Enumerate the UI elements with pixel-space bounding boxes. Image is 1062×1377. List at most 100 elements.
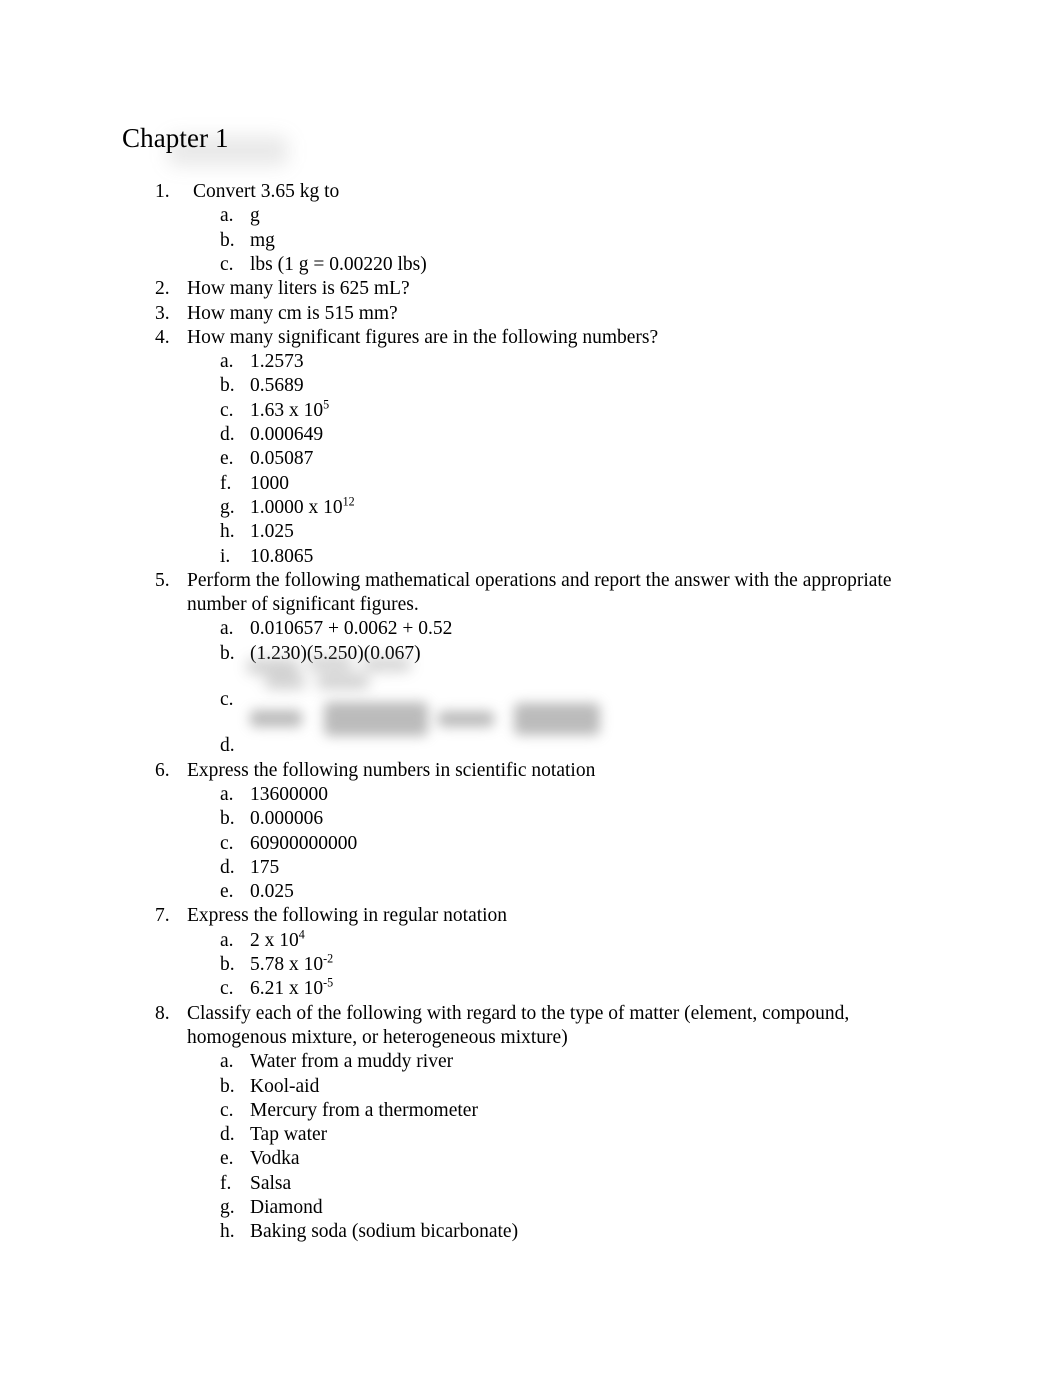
sub-item-marker: g. [220, 496, 235, 518]
sub-item-base: 1.0000 x 10 [250, 496, 343, 518]
sub-item-base: 10.8065 [250, 545, 314, 567]
sub-item: e. 0.05087 [220, 447, 900, 471]
sub-item-base: Water from a muddy river [250, 1051, 454, 1073]
sub-item-text: 1000 [250, 472, 900, 496]
blur-blob [250, 710, 302, 727]
sub-item-base: 0.025 [250, 881, 294, 903]
sub-item-marker: h. [220, 1221, 235, 1243]
question-number: 6. [155, 759, 170, 781]
sub-item-text: 175 [250, 856, 900, 880]
sub-item: b. Kool-aid [220, 1075, 900, 1099]
sub-item-base: Kool-aid [250, 1075, 320, 1097]
question-number: 8. [155, 1002, 170, 1024]
question-text: Express the following numbers in scienti… [187, 759, 596, 781]
sub-item-text: 2 x 104 [250, 927, 900, 953]
sub-item: d. 0.000649 [220, 423, 900, 447]
sub-item-text: 0.5689 [250, 374, 900, 398]
question-number: 7. [155, 905, 170, 927]
sub-item: h. Baking soda (sodium bicarbonate) [220, 1220, 900, 1244]
sub-item: h. 1.025 [220, 520, 900, 544]
sub-item-base: 0.5689 [250, 375, 304, 397]
page-title: Chapter 1 [122, 123, 229, 153]
sub-item-marker: b. [220, 808, 235, 830]
question-item: 2. How many liters is 625 mL? [155, 277, 900, 301]
sub-item-marker: f. [220, 472, 232, 494]
sub-item: f. Salsa [220, 1172, 900, 1196]
document-page: Chapter 1 1. Convert 3.65 kg to a. g b. mg c. l… [0, 0, 1062, 1377]
sub-item-base: (1.230)(5.250)(0.067) [250, 642, 421, 664]
sub-item-base: 1.025 [250, 521, 294, 543]
sub-item-marker: d. [220, 735, 235, 757]
sub-item-base: 5.78 x 10 [250, 954, 324, 975]
sub-item-base: Vodka [250, 1148, 300, 1170]
sub-item-base: lbs (1 g = 0.00220 lbs) [250, 253, 427, 275]
sub-item: f. 1000 [220, 472, 900, 496]
question-text: Perform the following mathematical opera… [187, 569, 892, 616]
sub-item: a. 0.010657 + 0.0062 + 0.52 [220, 617, 900, 641]
sub-item-marker: e. [220, 1148, 234, 1170]
question-number: 2. [155, 278, 170, 300]
sub-item: e. Vodka [220, 1147, 900, 1171]
sub-item: c. [220, 688, 900, 712]
sub-item-base: 13600000 [250, 783, 328, 805]
sub-item-marker: a. [220, 351, 234, 373]
sub-item-base: 0.000649 [250, 424, 324, 445]
sub-item-base: Diamond [250, 1197, 323, 1218]
sub-item-marker: b. [220, 642, 235, 664]
exponent: 4 [298, 927, 305, 942]
sub-item-text: Baking soda (sodium bicarbonate) [250, 1220, 900, 1244]
sub-item-base: 175 [250, 856, 280, 878]
sub-item-marker: i. [220, 545, 231, 567]
sub-item-marker: f. [220, 1172, 232, 1194]
sub-item-base: 0.000006 [250, 808, 324, 830]
sub-item: a. 13600000 [220, 783, 900, 807]
sub-item-base: 1000 [250, 472, 289, 494]
question-number: 3. [155, 302, 170, 324]
sub-item: d. 175 [220, 856, 900, 880]
sub-item-marker: h. [220, 521, 235, 543]
sub-item-text: 0.000006 [250, 807, 900, 831]
sub-item: e. 0.025 [220, 880, 900, 904]
sub-item-text: 60900000000 [250, 832, 900, 856]
sub-item: g. 1.0000 x 1012 [220, 495, 900, 520]
question-item: 1. Convert 3.65 kg to [155, 180, 900, 204]
question-item: 8. Classify each of the following with re… [155, 1002, 900, 1051]
sub-item-text: lbs (1 g = 0.00220 lbs) [250, 253, 900, 277]
sub-item-marker: b. [220, 229, 235, 251]
sub-item: b. 5.78 x 10-2 [220, 952, 900, 977]
sub-item-text: 0.025 [250, 880, 900, 904]
sub-item-base: 0.05087 [250, 448, 314, 470]
sub-item-text: 1.63 x 105 [250, 397, 900, 423]
question-item: 6. Express the following numbers in scien… [155, 759, 900, 783]
question-text: How many significant figures are in the … [187, 326, 659, 348]
sub-item-marker: b. [220, 1075, 235, 1097]
sub-item-text: Mercury from a thermometer [250, 1099, 900, 1123]
sub-item: i. 10.8065 [220, 545, 900, 569]
sub-item-text: 0.000649 [250, 423, 900, 447]
sub-item-text: Kool-aid [250, 1075, 900, 1099]
sub-item-marker: a. [220, 1051, 234, 1073]
sub-item: b. mg [220, 229, 900, 253]
sub-item-text: 1.2573 [250, 350, 900, 374]
sub-item: b. 0.5689 [220, 374, 900, 398]
question-item: 5. Perform the following mathematical ope… [155, 569, 900, 618]
sub-item-text: (1.230)(5.250)(0.067) [250, 642, 900, 666]
sub-item-base: Tap water [250, 1124, 328, 1146]
sub-item-marker: c. [220, 978, 234, 1000]
sub-item-marker: g. [220, 1197, 235, 1218]
sub-item-marker: c. [220, 832, 234, 854]
sub-item-text: 13600000 [250, 783, 900, 807]
exponent: -5 [323, 975, 334, 990]
blur-blob [265, 675, 305, 689]
sub-item-text: Diamond [250, 1196, 900, 1220]
sub-item-marker: c. [220, 1099, 234, 1121]
sub-item-marker: a. [220, 929, 234, 951]
sub-item-base: mg [250, 229, 275, 251]
sub-item: a. g [220, 204, 900, 228]
exponent: 5 [323, 397, 330, 412]
sub-item-text: Vodka [250, 1147, 900, 1171]
sub-item-marker: a. [220, 205, 234, 227]
sub-item: d. Tap water [220, 1123, 900, 1147]
sub-item: c. lbs (1 g = 0.00220 lbs) [220, 253, 900, 277]
question-item: 3. How many cm is 515 mm? [155, 302, 900, 326]
